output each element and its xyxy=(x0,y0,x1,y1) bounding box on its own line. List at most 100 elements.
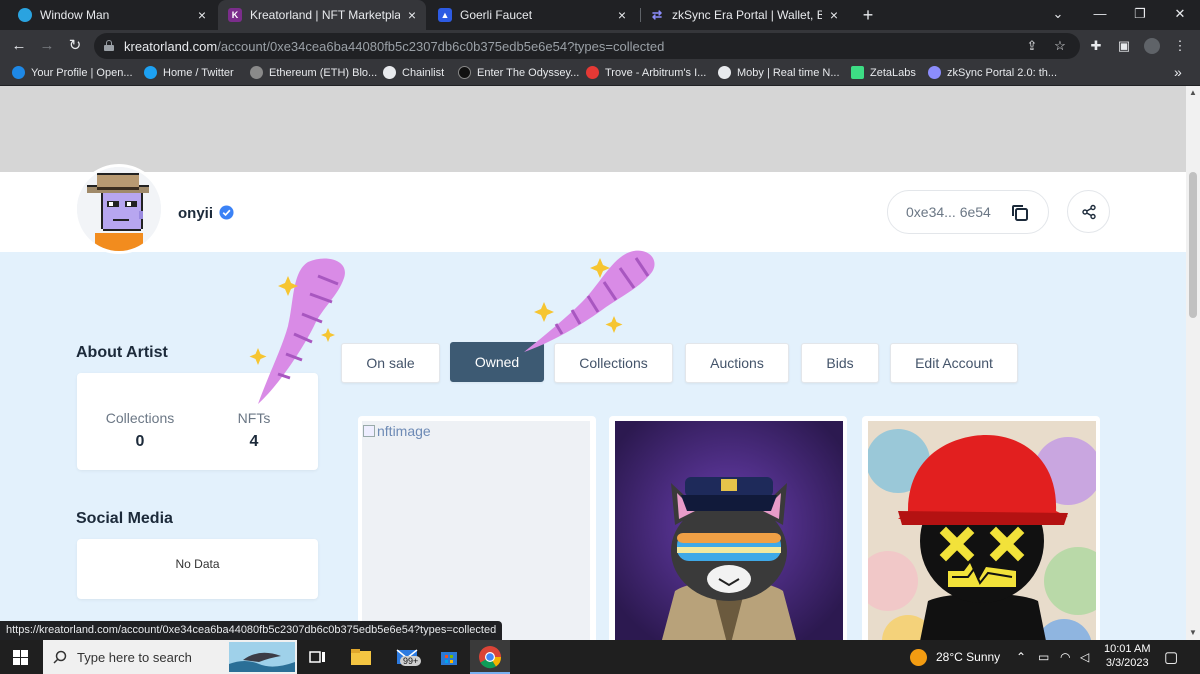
close-tab-icon[interactable]: × xyxy=(618,7,626,23)
telegram-icon xyxy=(18,8,32,22)
nft-card[interactable] xyxy=(862,416,1100,640)
profile-banner xyxy=(0,86,1186,172)
forward-icon[interactable]: → xyxy=(37,36,57,56)
wifi-icon[interactable]: ◠ xyxy=(1060,650,1070,664)
notification-icon[interactable]: ▢ xyxy=(1164,648,1178,666)
tab-zksync-portal[interactable]: ⇄ zkSync Era Portal | Wallet, Bridge × xyxy=(640,0,848,30)
file-explorer-icon[interactable] xyxy=(348,644,374,670)
search-icon xyxy=(53,650,67,664)
windows-taskbar: Type here to search 99+ 28°C Sunny ⌃ ▭ ◠… xyxy=(0,640,1200,674)
pixel-avatar-icon xyxy=(77,167,161,251)
cat-pilot-nft-art-icon xyxy=(615,421,843,640)
web-page: onyii 0xe34... 6e54 About Artist Collect… xyxy=(0,86,1186,640)
taskbar-search-placeholder: Type here to search xyxy=(77,650,192,665)
moby-icon xyxy=(718,66,731,79)
battery-icon[interactable]: ▭ xyxy=(1038,650,1049,664)
bookmark-item[interactable]: Ethereum (ETH) Blo... xyxy=(250,66,377,79)
bookmarks-bar: Your Profile | Open... Home / Twitter Et… xyxy=(0,62,1200,86)
lock-icon xyxy=(104,40,114,51)
task-view-icon[interactable] xyxy=(304,644,330,670)
collections-label: Collections xyxy=(105,410,175,426)
close-tab-icon[interactable]: × xyxy=(408,7,416,23)
bookmark-star-icon[interactable]: ☆ xyxy=(1050,36,1070,56)
tab-on-sale[interactable]: On sale xyxy=(341,343,440,383)
chrome-icon xyxy=(479,646,502,669)
nft-card[interactable]: nftimage xyxy=(358,416,596,640)
close-tab-icon[interactable]: × xyxy=(198,7,206,23)
reload-icon[interactable]: ↻ xyxy=(65,36,85,56)
scroll-thumb[interactable] xyxy=(1189,172,1197,318)
clock[interactable]: 10:01 AM 3/3/2023 xyxy=(1104,642,1150,670)
bookmark-item[interactable]: Moby | Real time N... xyxy=(718,66,840,79)
tab-search-chevron-icon[interactable]: ⌄ xyxy=(1038,0,1078,30)
close-tab-icon[interactable]: × xyxy=(830,7,838,23)
bookmark-item[interactable]: zkSync Portal 2.0: th... xyxy=(928,66,1057,79)
more-bookmarks-chevron-icon[interactable]: » xyxy=(1174,64,1182,80)
nft-image[interactable]: nftimage xyxy=(362,421,590,640)
tab-goerli-faucet[interactable]: ▲ Goerli Faucet × xyxy=(428,0,636,30)
back-icon[interactable]: ← xyxy=(9,36,29,56)
restore-icon[interactable]: ❐ xyxy=(1120,0,1160,30)
chrome-taskbar-button[interactable] xyxy=(470,640,510,674)
collections-count: 0 xyxy=(135,433,145,450)
nft-image[interactable] xyxy=(615,421,843,640)
extensions-icon[interactable]: ✚ xyxy=(1086,36,1106,56)
trove-icon xyxy=(586,66,599,79)
nft-image-alt: nftimage xyxy=(377,423,431,439)
menu-kebab-icon[interactable]: ⋮ xyxy=(1170,36,1190,56)
bookmark-item[interactable]: Home / Twitter xyxy=(144,66,234,79)
share-page-icon[interactable]: ⇪ xyxy=(1022,36,1042,56)
status-url-bubble: https://kreatorland.com/account/0xe34cea… xyxy=(0,621,503,640)
volume-icon[interactable]: ◁ xyxy=(1080,650,1089,664)
page-scrollbar[interactable]: ▲ ▼ xyxy=(1186,86,1200,640)
bookmark-item[interactable]: ZetaLabs xyxy=(851,66,916,79)
avatar xyxy=(74,164,164,254)
about-artist-title: About Artist xyxy=(76,344,168,361)
zksync-icon: ⇄ xyxy=(651,8,663,22)
tab-kreatorland[interactable]: K Kreatorland | NFT Marketplace × xyxy=(218,0,426,30)
scroll-down-icon[interactable]: ▼ xyxy=(1186,626,1200,640)
social-media-title: Social Media xyxy=(76,510,173,527)
browser-tab-bar: Window Man × K Kreatorland | NFT Marketp… xyxy=(0,0,1200,30)
bookmark-favicon-icon xyxy=(12,66,25,79)
bookmark-item[interactable]: Your Profile | Open... xyxy=(12,66,133,79)
nft-image[interactable] xyxy=(868,421,1096,640)
side-panel-icon[interactable]: ▣ xyxy=(1114,36,1134,56)
bookmark-item[interactable]: Trove - Arbitrum's I... xyxy=(586,66,706,79)
share-icon xyxy=(1082,204,1096,220)
copy-icon[interactable] xyxy=(1010,203,1030,223)
wallet-address-pill[interactable]: 0xe34... 6e54 xyxy=(887,190,1049,234)
tray-chevron-up-icon[interactable]: ⌃ xyxy=(1016,650,1026,664)
zksync-icon xyxy=(928,66,941,79)
no-data-text: No Data xyxy=(175,557,220,571)
url-text: kreatorland.com/account/0xe34cea6ba44080… xyxy=(124,39,665,54)
bookmark-item[interactable]: Chainlist xyxy=(383,66,444,79)
profile-avatar-icon[interactable] xyxy=(1142,36,1162,56)
wallet-address: 0xe34... 6e54 xyxy=(906,204,991,220)
address-bar[interactable]: kreatorland.com/account/0xe34cea6ba44080… xyxy=(94,33,1080,59)
scroll-up-icon[interactable]: ▲ xyxy=(1186,86,1200,100)
twitter-icon xyxy=(144,66,157,79)
nfts-label: NFTs xyxy=(237,410,271,426)
windows-start-icon[interactable] xyxy=(13,650,28,665)
share-button[interactable] xyxy=(1067,190,1110,233)
bookmark-item[interactable]: Enter The Odyssey... xyxy=(458,66,579,79)
weather-text[interactable]: 28°C Sunny xyxy=(936,650,1000,664)
broken-image-icon: nftimage xyxy=(363,423,431,439)
tab-bids[interactable]: Bids xyxy=(801,343,879,383)
clock-date: 3/3/2023 xyxy=(1105,657,1149,669)
taskbar-search-box[interactable]: Type here to search xyxy=(43,640,297,674)
red-hat-character-nft-art-icon xyxy=(868,421,1096,640)
tab-auctions[interactable]: Auctions xyxy=(685,343,789,383)
nft-card[interactable] xyxy=(609,416,847,640)
kreatorland-icon: K xyxy=(228,8,242,22)
weather-sun-icon[interactable] xyxy=(910,649,927,666)
minimize-icon[interactable]: — xyxy=(1080,0,1120,30)
tab-edit-account[interactable]: Edit Account xyxy=(890,343,1018,383)
clock-time: 10:01 AM xyxy=(1104,643,1151,655)
tab-window-man[interactable]: Window Man × xyxy=(8,0,216,30)
store-icon[interactable] xyxy=(436,644,462,670)
close-window-icon[interactable]: ✕ xyxy=(1160,0,1200,30)
new-tab-button[interactable]: + xyxy=(857,4,879,26)
odyssey-icon xyxy=(458,66,471,79)
